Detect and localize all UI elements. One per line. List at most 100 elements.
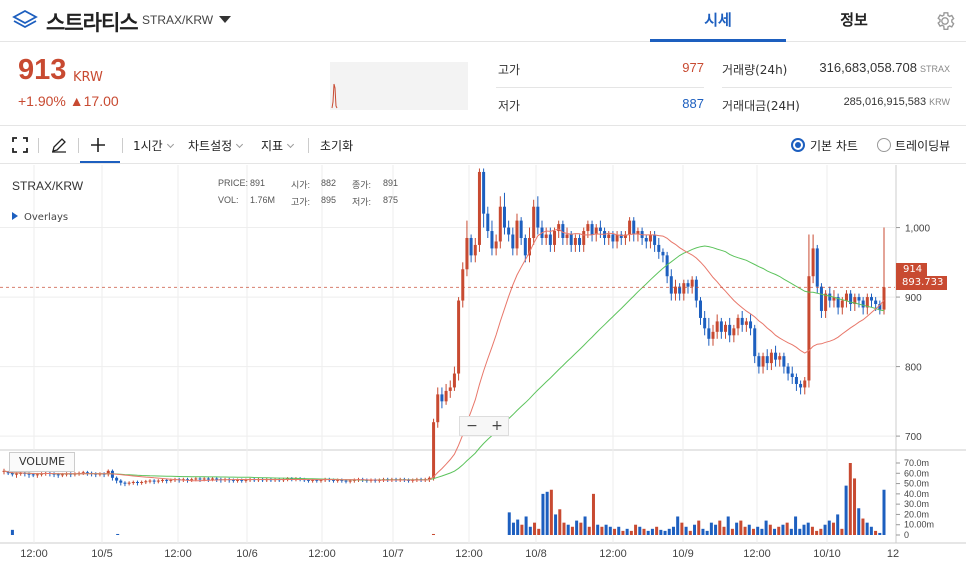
candle-body xyxy=(236,479,240,481)
volume-bar xyxy=(583,516,587,535)
crosshair-icon[interactable] xyxy=(89,136,107,154)
fullscreen-icon[interactable] xyxy=(11,136,29,154)
candle-body xyxy=(565,234,569,238)
ma-short-line xyxy=(3,228,885,482)
top-bar: 스트라티스 STRAX/KRW 시세 정보 xyxy=(0,0,966,42)
legend-price-label: PRICE: xyxy=(218,178,249,188)
volume-tick-label: 30.0m xyxy=(904,499,929,509)
candle-body xyxy=(711,331,715,339)
x-tick-label: 10/6 xyxy=(236,548,257,560)
volume-bar xyxy=(524,516,528,535)
volume-bar xyxy=(693,524,697,535)
pencil-icon[interactable] xyxy=(50,136,68,154)
zoom-out-button[interactable]: − xyxy=(460,417,484,435)
candle-body xyxy=(490,231,494,249)
candle-body xyxy=(811,248,815,277)
divider xyxy=(308,138,309,153)
volume-bar xyxy=(545,491,549,535)
candle-body xyxy=(669,276,673,294)
chevron-down-icon[interactable] xyxy=(219,16,231,23)
legend-close-value: 891 xyxy=(383,178,399,188)
reset-button[interactable]: 초기화 xyxy=(320,137,353,154)
gear-icon[interactable] xyxy=(934,10,956,32)
candle-body xyxy=(553,231,557,245)
tradingview-label[interactable]: 트레이딩뷰 xyxy=(895,137,950,154)
candle-body xyxy=(719,321,723,332)
volume-bar xyxy=(587,526,591,535)
volume-bar xyxy=(528,526,532,535)
chart-settings-label: 차트설정 xyxy=(188,139,233,153)
candle-body xyxy=(432,422,436,478)
candle-body xyxy=(56,474,60,476)
volume-bar xyxy=(861,518,865,535)
volume-bar xyxy=(853,478,857,535)
volume-bar xyxy=(781,524,785,535)
current-price: 913 xyxy=(18,54,67,86)
volume-pane-label: VOLUME xyxy=(9,452,75,472)
candle-body xyxy=(511,234,515,249)
volume-bar xyxy=(743,526,747,535)
volume-bar xyxy=(857,508,861,535)
coin-name[interactable]: 스트라티스 xyxy=(46,7,139,37)
volume-bar xyxy=(659,529,663,535)
candle-body xyxy=(778,356,782,360)
candle-body xyxy=(144,481,148,483)
chevron-down-icon xyxy=(236,140,244,149)
tradingview-radio[interactable] xyxy=(877,138,891,152)
candle-body xyxy=(515,220,519,249)
volume-bar xyxy=(507,512,511,535)
overlays-toggle[interactable]: Overlays xyxy=(12,212,68,223)
candle-body xyxy=(215,478,219,480)
coin-pair[interactable]: STRAX/KRW xyxy=(142,13,213,27)
basic-chart-label[interactable]: 기본 차트 xyxy=(810,137,858,154)
candle-body xyxy=(799,383,803,388)
volume-bar xyxy=(604,524,608,535)
candle-body xyxy=(724,324,728,332)
volume-bar xyxy=(739,520,743,535)
candle-body xyxy=(590,224,594,235)
candle-body xyxy=(844,293,848,301)
volume-tick-label: 60.0m xyxy=(904,468,929,478)
x-tick-label: 10/7 xyxy=(382,548,403,560)
volume-bar xyxy=(579,522,583,535)
candle-body xyxy=(60,474,64,476)
candle-body xyxy=(736,317,740,329)
candle-body xyxy=(15,473,19,475)
candle-body xyxy=(628,220,632,235)
volume-bar xyxy=(625,528,629,535)
candle-body xyxy=(486,213,490,232)
legend-price-value: 891 xyxy=(250,178,266,188)
volume-bar xyxy=(760,528,764,535)
candle-body xyxy=(715,321,719,332)
last-price-tag: 914 xyxy=(896,263,928,277)
candle-body xyxy=(690,279,694,287)
volume-bar xyxy=(646,530,650,535)
zoom-in-button[interactable]: + xyxy=(485,417,509,435)
candle-body xyxy=(536,206,540,228)
candle-body xyxy=(815,248,819,287)
x-tick-label: 12:00 xyxy=(308,548,336,560)
chart-settings-menu[interactable]: 차트설정 xyxy=(188,137,244,154)
candle-body xyxy=(828,293,832,301)
interval-select[interactable]: 1시간 xyxy=(133,137,174,154)
candle-body xyxy=(160,479,164,481)
volume-bar xyxy=(798,528,802,535)
indicators-menu[interactable]: 지표 xyxy=(261,137,295,154)
candle-body xyxy=(548,234,552,245)
candle-body xyxy=(753,328,757,357)
candle-body xyxy=(27,473,31,475)
candle-body xyxy=(774,352,778,360)
volume-bar xyxy=(650,528,654,535)
volume-bar xyxy=(789,528,793,535)
volume-bar xyxy=(865,522,869,535)
amount-unit: KRW xyxy=(929,97,950,107)
volume-label: 거래량(24h) xyxy=(722,63,788,77)
tab-info[interactable]: 정보 xyxy=(786,0,922,42)
basic-chart-radio[interactable] xyxy=(791,138,805,152)
volume-tick-label: 0 xyxy=(904,530,909,540)
candle-body xyxy=(344,480,348,482)
candle-body xyxy=(165,479,169,481)
tab-market[interactable]: 시세 xyxy=(650,0,786,42)
candlestick-chart[interactable]: 12:00 10/5 12:00 10/6 12:00 10/7 12:00 10/8 12:0… xyxy=(0,165,966,562)
price-chart[interactable]: 12:00 10/5 12:00 10/6 12:00 10/7 12:00 10/8 12:0… xyxy=(0,165,966,562)
